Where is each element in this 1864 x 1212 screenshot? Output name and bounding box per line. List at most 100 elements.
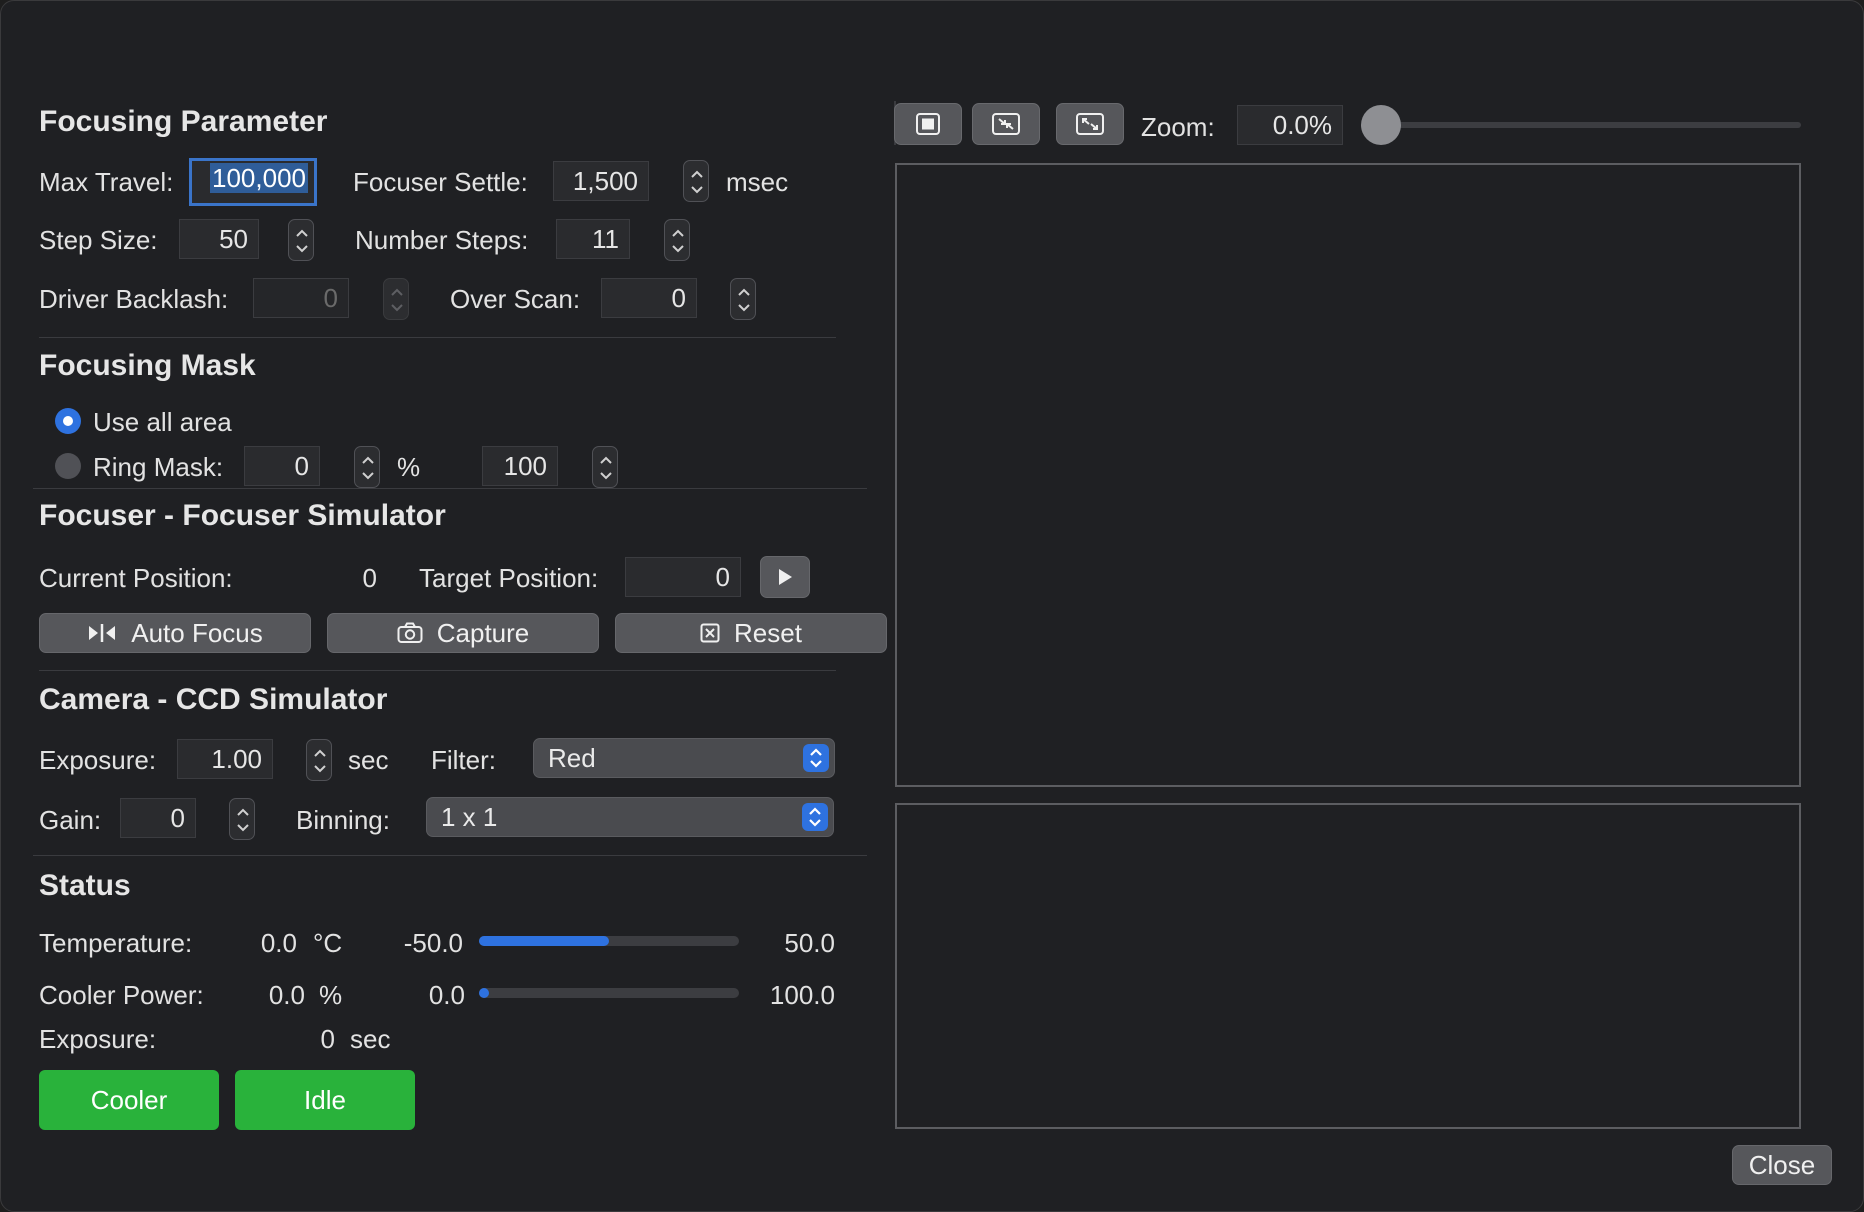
temperature-max: 50.0: [784, 928, 835, 958]
gain-label: Gain:: [39, 805, 102, 835]
ring-inner-stepper[interactable]: [354, 446, 380, 488]
capture-button[interactable]: Capture: [327, 613, 599, 653]
gain-stepper[interactable]: [229, 798, 255, 840]
reset-icon: [700, 623, 720, 643]
filter-select[interactable]: Red: [533, 738, 835, 778]
updown-chevron-icon: [802, 803, 828, 831]
exposure-stepper[interactable]: [306, 739, 332, 781]
number-steps-field[interactable]: 11: [556, 219, 630, 259]
close-button[interactable]: Close: [1732, 1145, 1832, 1185]
reset-label: Reset: [734, 617, 802, 648]
focuser-settle-field[interactable]: 1,500: [553, 161, 649, 201]
zoom-slider-track[interactable]: [1361, 122, 1801, 128]
fit-frame-icon: [916, 113, 940, 135]
camera-title: Camera - CCD Simulator: [39, 683, 388, 716]
filter-label: Filter:: [431, 745, 496, 775]
temperature-unit: °C: [313, 928, 343, 958]
separator: [39, 337, 836, 338]
cooler-power-unit: %: [319, 980, 343, 1010]
over-scan-stepper[interactable]: [730, 278, 756, 320]
zoom-in-button[interactable]: [972, 103, 1040, 145]
focuser-settle-unit: msec: [726, 167, 789, 197]
play-icon: [779, 569, 792, 585]
temperature-bar-fill: [479, 936, 609, 946]
target-position-label: Target Position:: [419, 563, 599, 593]
image-preview-panel[interactable]: [895, 163, 1801, 787]
focuser-title: Focuser - Focuser Simulator: [39, 499, 446, 532]
max-travel-field[interactable]: 100,000: [189, 158, 317, 206]
zoom-value-field[interactable]: 0.0%: [1237, 105, 1343, 145]
status-title: Status: [39, 869, 131, 902]
cooler-power-value: 0.0: [268, 980, 305, 1010]
focuser-settle-label: Focuser Settle:: [353, 167, 528, 197]
shrink-icon: [992, 113, 1020, 135]
exposure-unit: sec: [348, 745, 389, 775]
temperature-label: Temperature:: [39, 928, 193, 958]
expand-icon: [1076, 113, 1104, 135]
ring-mask-label: Ring Mask:: [93, 452, 224, 482]
status-exposure-label: Exposure:: [39, 1024, 157, 1054]
temperature-value: 0.0: [260, 928, 297, 958]
fit-frame-button[interactable]: [894, 103, 962, 145]
zoom-out-button[interactable]: [1056, 103, 1124, 145]
cooler-power-max: 100.0: [769, 980, 835, 1010]
status-exposure-value: 0: [320, 1024, 335, 1054]
reset-button[interactable]: Reset: [615, 613, 887, 653]
auto-focus-label: Auto Focus: [131, 617, 263, 648]
camera-icon: [397, 622, 423, 643]
use-all-area-radio[interactable]: [55, 408, 81, 434]
auto-focus-icon: [89, 624, 116, 642]
ring-outer-field[interactable]: 100: [482, 446, 558, 486]
ring-outer-stepper[interactable]: [592, 446, 618, 488]
over-scan-field[interactable]: 0: [601, 278, 697, 318]
cooler-button[interactable]: Cooler: [39, 1070, 219, 1130]
zoom-label: Zoom:: [1141, 112, 1215, 142]
capture-label: Capture: [436, 617, 530, 648]
focus-window: Focusing Parameter Max Travel: 100,000 F…: [0, 0, 1864, 1212]
separator: [33, 488, 867, 489]
separator: [39, 670, 836, 671]
step-size-label: Step Size:: [39, 225, 158, 255]
close-label: Close: [1748, 1149, 1816, 1180]
binning-select[interactable]: 1 x 1: [426, 797, 834, 837]
temperature-bar: [479, 936, 739, 946]
cooler-power-bar: [479, 988, 739, 998]
driver-backlash-stepper: [383, 278, 409, 320]
ring-inner-field[interactable]: 0: [244, 446, 320, 486]
binning-value: 1 x 1: [441, 802, 498, 832]
driver-backlash-field: 0: [253, 278, 349, 318]
go-to-position-button[interactable]: [760, 556, 810, 598]
focusing-parameter-title: Focusing Parameter: [39, 105, 328, 138]
exposure-label: Exposure:: [39, 745, 157, 775]
gain-field[interactable]: 0: [120, 798, 196, 838]
filter-value: Red: [548, 743, 596, 773]
auto-focus-button[interactable]: Auto Focus: [39, 613, 311, 653]
idle-button[interactable]: Idle: [235, 1070, 415, 1130]
current-position-label: Current Position:: [39, 563, 233, 593]
ring-unit: %: [397, 452, 421, 482]
focusing-mask-title: Focusing Mask: [39, 349, 256, 382]
number-steps-label: Number Steps:: [355, 225, 529, 255]
number-steps-stepper[interactable]: [664, 219, 690, 261]
max-travel-label: Max Travel:: [39, 167, 174, 197]
cooler-power-bar-fill: [479, 988, 489, 998]
current-position-value: 0: [362, 563, 377, 593]
over-scan-label: Over Scan:: [450, 284, 581, 314]
status-exposure-unit: sec: [350, 1024, 391, 1054]
step-size-stepper[interactable]: [288, 219, 314, 261]
focus-graph-panel: [895, 803, 1801, 1129]
driver-backlash-label: Driver Backlash:: [39, 284, 229, 314]
binning-label: Binning:: [296, 805, 390, 835]
temperature-min: -50.0: [403, 928, 463, 958]
separator: [33, 855, 867, 856]
exposure-field[interactable]: 1.00: [177, 739, 273, 779]
step-size-field[interactable]: 50: [179, 219, 259, 259]
zoom-slider-knob[interactable]: [1361, 105, 1401, 145]
cooler-power-label: Cooler Power:: [39, 980, 204, 1010]
target-position-field[interactable]: 0: [625, 557, 741, 597]
ring-mask-radio[interactable]: [55, 453, 81, 479]
cooler-power-min: 0.0: [428, 980, 465, 1010]
use-all-area-label: Use all area: [93, 407, 232, 437]
focuser-settle-stepper[interactable]: [683, 160, 709, 202]
updown-chevron-icon: [803, 744, 829, 772]
